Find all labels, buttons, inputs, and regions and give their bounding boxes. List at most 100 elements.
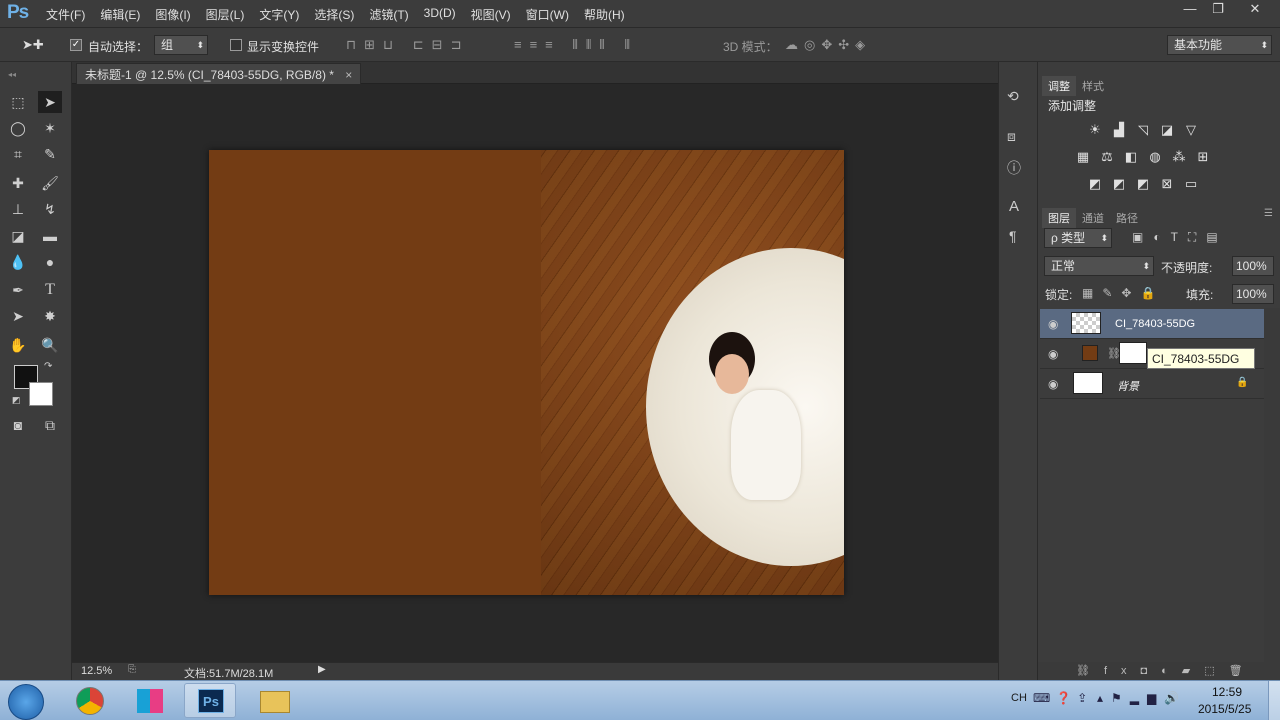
auto-select-checkbox[interactable]: ✓ — [70, 39, 82, 51]
tab-adjustments[interactable]: 调整 — [1042, 76, 1076, 96]
brightness-icon[interactable]: ☀ — [1086, 123, 1104, 137]
visibility-eye-icon[interactable]: ◉ — [1048, 347, 1058, 361]
workspace-dropdown[interactable]: 基本功能 ⬍ — [1167, 35, 1272, 55]
start-button[interactable] — [8, 684, 44, 720]
swap-colors-icon[interactable]: ↷ — [44, 361, 52, 372]
3d-panel-icon[interactable]: ⧈ — [1007, 128, 1016, 145]
status-menu-arrow-icon[interactable]: ▶ — [318, 664, 326, 675]
marquee-tool-icon[interactable]: ⬚ — [6, 91, 30, 113]
character-panel-icon[interactable]: A — [1009, 198, 1019, 215]
close-window-button[interactable]: ✕ — [1232, 0, 1278, 20]
layer-row-background[interactable]: ◉ 背景 🔒 — [1040, 369, 1264, 399]
move-tool-icon[interactable]: ➤ — [38, 91, 62, 113]
tab-layers[interactable]: 图层 — [1042, 208, 1076, 228]
menu-help[interactable]: 帮助(H) — [584, 6, 625, 23]
language-indicator[interactable]: CH — [1011, 692, 1027, 704]
quick-mask-icon[interactable]: ◙ — [6, 414, 30, 436]
show-transform-checkbox[interactable] — [230, 39, 242, 51]
auto-select-dropdown[interactable]: 组 ⬍ — [154, 35, 208, 55]
color-balance-icon[interactable]: ⚖ — [1098, 150, 1116, 164]
layer-filter-icons[interactable]: ▣◐T⛶▤ — [1132, 230, 1228, 245]
layer-name[interactable]: 背景 — [1117, 378, 1139, 394]
menu-layer[interactable]: 图层(L) — [206, 6, 245, 23]
menu-3d[interactable]: 3D(D) — [424, 6, 456, 23]
chrome-taskbar-button[interactable] — [64, 683, 116, 718]
menu-select[interactable]: 选择(S) — [314, 6, 354, 23]
minimize-button[interactable]: — — [1176, 0, 1204, 20]
panel-menu-icon[interactable]: ☰ — [1264, 208, 1273, 219]
visibility-eye-icon[interactable]: ◉ — [1048, 377, 1058, 391]
default-colors-icon[interactable]: ◩ — [12, 395, 21, 406]
explorer-taskbar-button[interactable] — [248, 683, 300, 718]
info-icon[interactable]: ⓘ — [1007, 158, 1021, 178]
blend-mode-dropdown[interactable]: 正常 ⬍ — [1044, 256, 1154, 276]
menu-window[interactable]: 窗口(W) — [526, 6, 569, 23]
layer-name[interactable]: CI_78403-55DG — [1115, 318, 1195, 330]
eraser-icon[interactable]: ◪ — [6, 225, 30, 247]
document-canvas[interactable] — [209, 150, 844, 595]
layers-footer-icons[interactable]: ⛓fx◘◐▰⬚🗑 — [1038, 662, 1280, 680]
tab-channels[interactable]: 通道 — [1076, 208, 1110, 228]
opacity-input[interactable]: 100% — [1232, 256, 1274, 276]
move-tool-icon[interactable]: ➤✚ — [22, 37, 44, 53]
layer-filter-dropdown[interactable]: ρ 类型 ⬍ — [1044, 228, 1112, 248]
align-icons[interactable]: ⊓⊞⊔ ⊏⊟⊐ — [346, 37, 469, 53]
menu-view[interactable]: 视图(V) — [471, 6, 511, 23]
photo-filter-icon[interactable]: ◍ — [1146, 150, 1164, 164]
show-desktop-button[interactable] — [1268, 681, 1280, 720]
exposure-icon[interactable]: ◪ — [1158, 123, 1176, 137]
close-tab-icon[interactable]: × — [345, 68, 352, 82]
lock-icons[interactable]: ▦✎✥🔒 — [1082, 286, 1164, 300]
clone-stamp-icon[interactable]: ⊥ — [6, 198, 30, 220]
hue-saturation-icon[interactable]: ▦ — [1074, 150, 1092, 164]
tray-icons[interactable]: ⌨❓⇪ — [1033, 691, 1093, 705]
background-color-swatch[interactable] — [29, 382, 53, 406]
menu-image[interactable]: 图像(I) — [155, 6, 190, 23]
blur-tool-icon[interactable]: 💧 — [6, 251, 30, 273]
eyedropper-icon[interactable]: ✎ — [38, 143, 62, 165]
export-icon[interactable]: ⎘ — [128, 664, 136, 675]
history-icon[interactable]: ⟲ — [1007, 88, 1019, 105]
color-lookup-icon[interactable]: ⊞ — [1194, 150, 1212, 164]
crop-tool-icon[interactable]: ⌗ — [6, 143, 30, 165]
black-white-icon[interactable]: ◧ — [1122, 150, 1140, 164]
path-select-icon[interactable]: ➤ — [6, 305, 30, 327]
collapse-arrows-icon[interactable]: ◂◂ — [8, 64, 64, 86]
posterize-icon[interactable]: ◩ — [1110, 177, 1128, 191]
zoom-tool-icon[interactable]: 🔍 — [38, 334, 62, 356]
pen-tool-icon[interactable]: ✒ — [6, 279, 30, 301]
3d-mode-icons[interactable]: ☁◎✥✣◈ — [785, 37, 871, 53]
healing-brush-icon[interactable]: ✚ — [6, 172, 30, 194]
document-tab[interactable]: 未标题-1 @ 12.5% (CI_78403-55DG, RGB/8) * × — [76, 63, 362, 84]
curves-icon[interactable]: ◹ — [1134, 123, 1152, 137]
zoom-readout[interactable]: 12.5% — [81, 665, 112, 677]
visibility-eye-icon[interactable]: ◉ — [1048, 317, 1058, 331]
menu-filter[interactable]: 滤镜(T) — [369, 6, 408, 23]
threshold-icon[interactable]: ◩ — [1134, 177, 1152, 191]
tab-styles[interactable]: 样式 — [1076, 76, 1110, 96]
vibrance-icon[interactable]: ▽ — [1182, 123, 1200, 137]
layers-scrollbar[interactable] — [1264, 308, 1280, 662]
app-taskbar-button[interactable] — [124, 683, 176, 718]
distribute-icons[interactable]: ≡≡≡ ⫴⫴⫴ ⦀ — [514, 37, 638, 53]
screen-mode-icon[interactable]: ⧉ — [38, 414, 62, 436]
menu-type[interactable]: 文字(Y) — [259, 6, 299, 23]
photoshop-taskbar-button[interactable]: Ps — [184, 683, 236, 718]
type-tool-icon[interactable]: T — [38, 279, 62, 301]
layer-row-ci78403[interactable]: ◉ CI_78403-55DG — [1040, 309, 1264, 339]
fill-input[interactable]: 100% — [1232, 284, 1274, 304]
hand-tool-icon[interactable]: ✋ — [6, 334, 30, 356]
menu-edit[interactable]: 编辑(E) — [100, 6, 140, 23]
levels-icon[interactable]: ▟ — [1110, 123, 1128, 137]
tab-paths[interactable]: 路径 — [1110, 208, 1144, 228]
magic-wand-icon[interactable]: ✶ — [38, 117, 62, 139]
restore-button[interactable]: ❐ — [1204, 0, 1232, 20]
gradient-icon[interactable]: ▬ — [38, 225, 62, 247]
invert-icon[interactable]: ◩ — [1086, 177, 1104, 191]
system-tray-icons[interactable]: ▴⚑▂▆🔊 — [1097, 691, 1187, 705]
selective-color-icon[interactable]: ⊠ — [1158, 177, 1176, 191]
gradient-map-icon[interactable]: ▭ — [1182, 177, 1200, 191]
menu-file[interactable]: 文件(F) — [46, 6, 85, 23]
brush-tool-icon[interactable]: 🖌 — [38, 172, 62, 194]
history-brush-icon[interactable]: ↯ — [38, 198, 62, 220]
